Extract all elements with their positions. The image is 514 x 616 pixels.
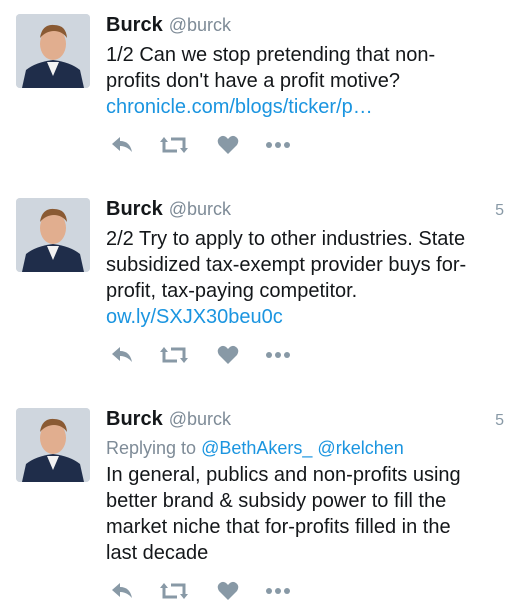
replying-to: Replying to @BethAkers_ @rkelchen [106,438,404,459]
user-handle[interactable]: @burck [169,15,231,35]
tweet-text-line: last decade [106,542,209,564]
tweet-link[interactable]: ow.ly/SXJX30beu0c [106,306,283,328]
more-icon[interactable] [264,580,292,602]
display-name[interactable]: Burck [106,14,163,36]
tweet-header: Burck @burck [106,14,231,37]
tweet-text-line: 1/2 Can we stop pretending that non- [106,44,436,66]
avatar-image [16,408,90,482]
tweet-text-line: better brand & subsidy power to fill the [106,490,447,512]
reply-icon[interactable] [108,580,136,602]
avatar[interactable] [16,198,90,272]
mention-link[interactable]: @rkelchen [317,438,403,458]
tweet: Burck @burck 5 2/2 Try to apply to other … [0,184,514,376]
tweet-timestamp[interactable]: 5 [495,412,504,430]
replying-to-label: Replying to [106,438,197,458]
tweet-link[interactable]: chronicle.com/blogs/ticker/p… [106,96,373,118]
tweet-text: 1/2 Can we stop pretending that non- pro… [106,42,510,120]
tweet: Burck @burck 1/2 Can we stop pretending t… [0,0,514,160]
like-icon[interactable] [214,580,242,602]
tweet-text-line: 2/2 Try to apply to other industries. St… [106,228,466,250]
user-handle[interactable]: @burck [169,409,231,429]
tweet-text: In general, publics and non-profits usin… [106,462,510,566]
tweet-text-line: market niche that for-profits filled in … [106,516,451,538]
retweet-icon[interactable] [160,344,188,366]
retweet-icon[interactable] [160,580,188,602]
reply-icon[interactable] [108,134,136,156]
tweet: Burck @burck 5 Replying to @BethAkers_ @r… [0,394,514,616]
like-icon[interactable] [214,134,242,156]
avatar[interactable] [16,14,90,88]
display-name[interactable]: Burck [106,198,163,220]
avatar[interactable] [16,408,90,482]
more-icon[interactable] [264,344,292,366]
reply-icon[interactable] [108,344,136,366]
tweet-text-line: In general, publics and non-profits usin… [106,464,461,486]
mention-link[interactable]: @BethAkers_ [201,438,312,458]
more-icon[interactable] [264,134,292,156]
tweet-header: Burck @burck [106,408,231,431]
tweet-header: Burck @burck [106,198,231,221]
avatar-image [16,14,90,88]
display-name[interactable]: Burck [106,408,163,430]
avatar-image [16,198,90,272]
tweet-timestamp[interactable]: 5 [495,202,504,220]
like-icon[interactable] [214,344,242,366]
tweet-text-line: profits don't have a profit motive? [106,70,400,92]
tweet-text: 2/2 Try to apply to other industries. St… [106,226,510,330]
user-handle[interactable]: @burck [169,199,231,219]
tweet-text-line: profit, tax-paying competitor. [106,280,358,302]
tweet-text-line: subsidized tax-exempt provider buys for- [106,254,467,276]
retweet-icon[interactable] [160,134,188,156]
